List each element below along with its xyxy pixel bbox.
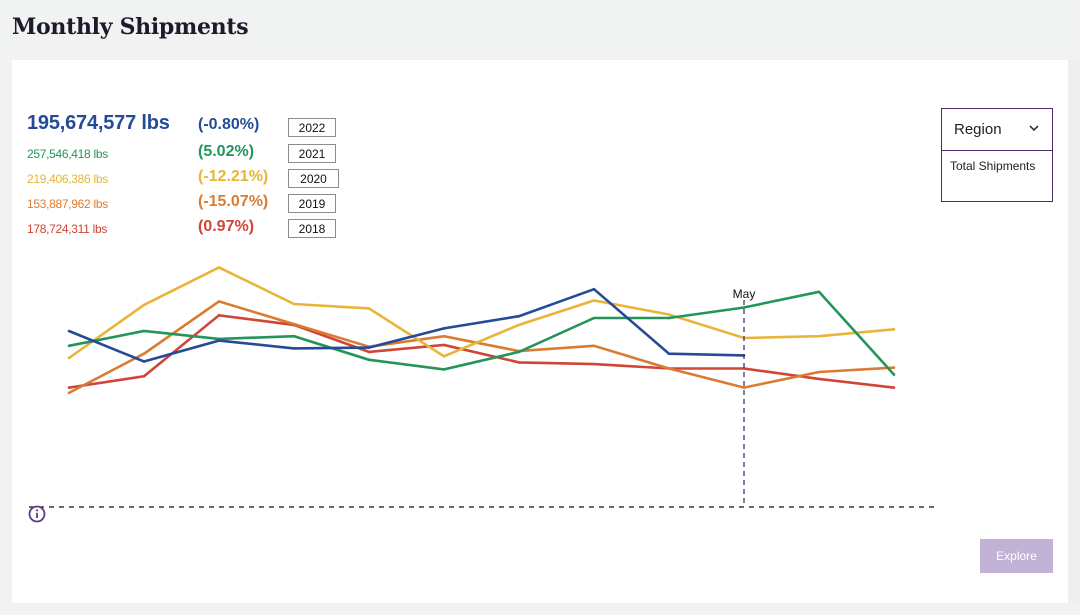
data-point-2019-jul[interactable] bbox=[892, 366, 896, 369]
legend-total-2022: 195,674,577 lbs bbox=[27, 112, 170, 134]
data-point-2022-oct[interactable] bbox=[217, 339, 221, 342]
year-toggle-2022[interactable]: 2022 bbox=[288, 118, 336, 137]
data-point-2018-dec[interactable] bbox=[367, 350, 371, 354]
page-scroll-gutter bbox=[1068, 60, 1080, 603]
chevron-down-icon bbox=[1029, 125, 1039, 132]
data-point-2021-nov[interactable] bbox=[292, 334, 296, 338]
data-point-2020-jan[interactable] bbox=[442, 355, 446, 358]
data-point-2022-mar[interactable] bbox=[592, 287, 596, 291]
data-point-2018-aug[interactable] bbox=[67, 386, 71, 389]
legend-total-2019: 153,887,962 lbs bbox=[27, 197, 108, 211]
data-point-2019-jun[interactable] bbox=[817, 370, 821, 374]
legend-total-2021: 257,546,418 lbs bbox=[27, 147, 108, 161]
data-point-2020-jul[interactable] bbox=[892, 328, 896, 331]
legend-change-2021: (5.02%) bbox=[198, 143, 255, 160]
page-title: Monthly Shipments bbox=[12, 14, 249, 40]
data-point-2021-may[interactable] bbox=[742, 306, 746, 309]
data-point-2022-aug[interactable] bbox=[67, 329, 71, 333]
data-point-2019-mar[interactable] bbox=[592, 344, 596, 348]
data-point-2021-jan[interactable] bbox=[442, 368, 446, 371]
data-point-2020-dec[interactable] bbox=[367, 307, 371, 310]
data-point-2019-jan[interactable] bbox=[442, 334, 446, 338]
series-line-2022 bbox=[68, 287, 745, 363]
region-dropdown-toggle[interactable]: Region bbox=[942, 109, 1052, 151]
data-point-2020-feb[interactable] bbox=[517, 323, 521, 327]
data-point-2022-feb[interactable] bbox=[517, 314, 521, 318]
series-line-2018 bbox=[68, 313, 895, 389]
data-point-2018-feb[interactable] bbox=[517, 361, 521, 364]
data-point-2019-apr[interactable] bbox=[667, 367, 671, 370]
year-toggle-2019[interactable]: 2019 bbox=[288, 194, 336, 213]
legend-total-2018: 178,724,311 lbs bbox=[27, 222, 108, 236]
data-point-2020-jun[interactable] bbox=[817, 334, 821, 338]
data-point-2021-dec[interactable] bbox=[367, 358, 371, 362]
legend-change-2020: (-12.21%) bbox=[198, 168, 269, 185]
data-point-2019-may[interactable] bbox=[742, 386, 746, 389]
data-point-2021-aug[interactable] bbox=[67, 344, 71, 348]
data-point-2021-feb[interactable] bbox=[517, 350, 521, 354]
data-point-2020-mar[interactable] bbox=[592, 299, 596, 302]
region-dropdown-label: Region bbox=[954, 121, 1002, 138]
data-point-2022-dec[interactable] bbox=[367, 346, 371, 349]
info-icon[interactable] bbox=[28, 505, 46, 523]
explore-button[interactable]: Explore bbox=[980, 539, 1053, 573]
data-point-2020-nov[interactable] bbox=[292, 302, 296, 306]
data-point-2020-apr[interactable] bbox=[667, 313, 671, 316]
legend-total-2020: 219,406,386 lbs bbox=[27, 172, 108, 186]
legend-change-2018: (0.97%) bbox=[198, 218, 255, 235]
data-point-2019-aug[interactable] bbox=[67, 391, 71, 395]
data-point-2022-jan[interactable] bbox=[442, 327, 446, 330]
chart-card: May 195,674,577 lbs (-0.80%) 2022 257,54… bbox=[12, 60, 1068, 603]
line-chart: May bbox=[29, 265, 934, 508]
data-point-2018-sep[interactable] bbox=[142, 375, 146, 378]
data-point-2018-jun[interactable] bbox=[817, 377, 821, 381]
year-toggle-2021[interactable]: 2021 bbox=[288, 144, 336, 163]
data-point-2022-nov[interactable] bbox=[292, 347, 296, 350]
data-point-2018-mar[interactable] bbox=[592, 362, 596, 366]
data-point-2022-apr[interactable] bbox=[667, 352, 671, 356]
series-line-2021 bbox=[68, 290, 895, 376]
data-point-2020-oct[interactable] bbox=[217, 266, 221, 269]
data-point-2021-jun[interactable] bbox=[817, 290, 821, 294]
data-point-2019-sep[interactable] bbox=[142, 352, 146, 356]
data-point-2018-oct[interactable] bbox=[217, 314, 221, 317]
data-point-2020-aug[interactable] bbox=[67, 356, 71, 360]
legend-change-2022: (-0.80%) bbox=[198, 116, 260, 133]
series-layer bbox=[67, 265, 896, 395]
year-toggle-2020[interactable]: 2020 bbox=[288, 169, 339, 188]
legend-change-2019: (-15.07%) bbox=[198, 193, 269, 210]
year-toggle-2018[interactable]: 2018 bbox=[288, 219, 336, 238]
data-point-2018-jul[interactable] bbox=[892, 386, 896, 389]
data-point-2018-jan[interactable] bbox=[442, 343, 446, 347]
data-point-2020-sep[interactable] bbox=[142, 303, 146, 307]
data-point-2021-sep[interactable] bbox=[142, 329, 146, 333]
data-point-2019-nov[interactable] bbox=[292, 322, 296, 326]
data-point-2021-apr[interactable] bbox=[667, 316, 671, 320]
data-point-2021-mar[interactable] bbox=[592, 316, 596, 320]
data-point-2021-jul[interactable] bbox=[892, 373, 896, 376]
region-dropdown: Region Total Shipments bbox=[941, 108, 1053, 202]
data-point-2022-sep[interactable] bbox=[142, 360, 146, 363]
region-option-total-shipments[interactable]: Total Shipments bbox=[950, 157, 1046, 176]
may-marker-label: May bbox=[733, 287, 756, 301]
data-point-2019-oct[interactable] bbox=[217, 300, 221, 303]
